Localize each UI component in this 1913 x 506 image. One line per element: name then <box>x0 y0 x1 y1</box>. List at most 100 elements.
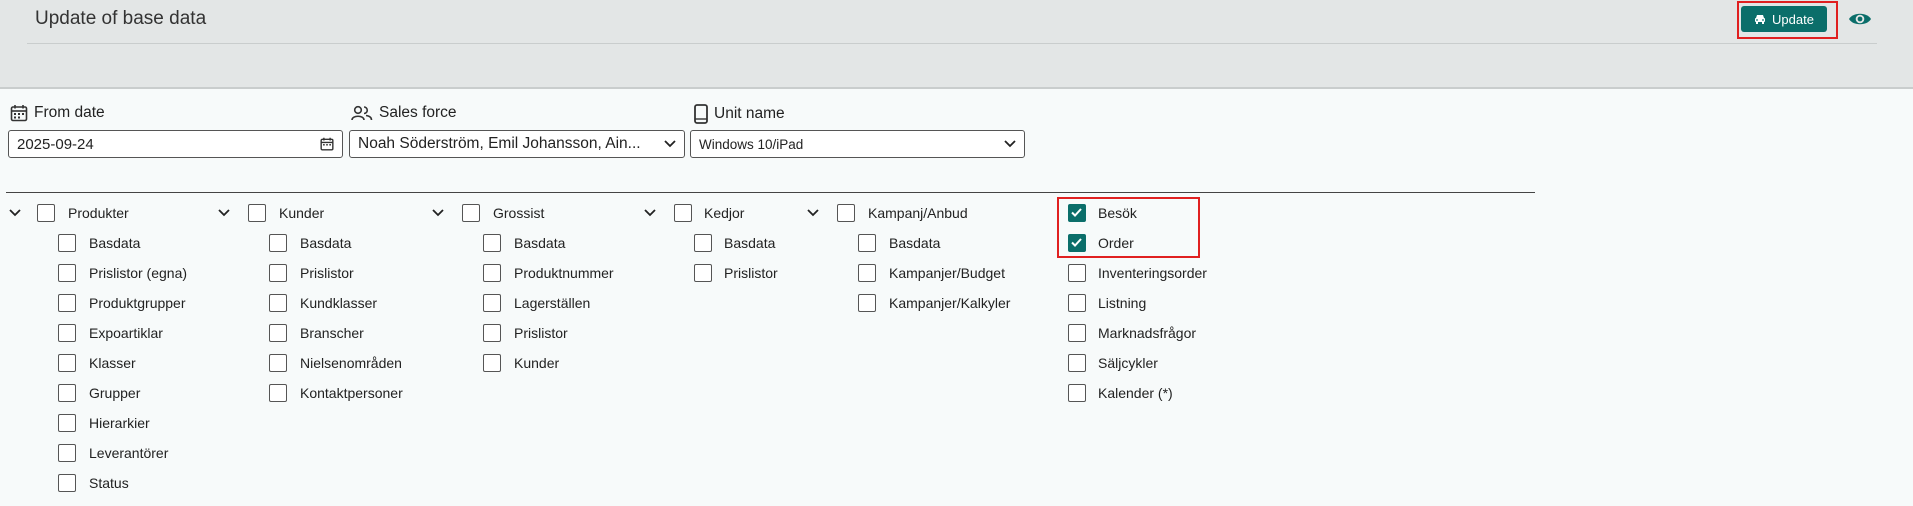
car-icon <box>1755 14 1766 24</box>
item-label-other-2: Inventeringsorder <box>1098 265 1207 281</box>
item-label-produkter-4: Klasser <box>89 355 136 371</box>
item-label-other-3: Listning <box>1098 295 1147 311</box>
item-checkbox-grossist-4[interactable] <box>483 354 501 372</box>
sales-force-label-text: Sales force <box>379 104 457 121</box>
item-label-produkter-2: Produktgrupper <box>89 295 186 311</box>
item-checkbox-grossist-3[interactable] <box>483 324 501 342</box>
group-label-grossist: Grossist <box>493 205 545 221</box>
section-divider <box>6 192 1535 193</box>
item-checkbox-produkter-0[interactable] <box>58 234 76 252</box>
item-label-kunder-3: Branscher <box>300 325 364 341</box>
item-checkbox-kedjor-0[interactable] <box>694 234 712 252</box>
item-label-grossist-2: Lagerställen <box>514 295 591 311</box>
item-checkbox-produkter-1[interactable] <box>58 264 76 282</box>
item-checkbox-kunder-0[interactable] <box>269 234 287 252</box>
item-label-other-4: Marknadsfrågor <box>1098 325 1197 341</box>
item-checkbox-produkter-2[interactable] <box>58 294 76 312</box>
update-button-label: Update <box>1772 11 1814 27</box>
item-label-produkter-0: Basdata <box>89 235 141 251</box>
chevron-down-icon[interactable] <box>431 206 445 220</box>
item-label-kampanj-1: Kampanjer/Budget <box>889 265 1005 281</box>
page-title: Update of base data <box>35 8 207 29</box>
item-label-other-5: Säljcykler <box>1098 355 1158 371</box>
besok-order-highlight-frame <box>1057 197 1200 258</box>
page-header: Update of base data <box>0 0 1913 89</box>
item-checkbox-kampanj-0[interactable] <box>858 234 876 252</box>
item-checkbox-other-2[interactable] <box>1068 264 1086 282</box>
group-label-kunder: Kunder <box>279 205 325 221</box>
item-label-kunder-2: Kundklasser <box>300 295 378 311</box>
calendar-icon <box>10 105 28 122</box>
item-label-grossist-3: Prislistor <box>514 325 568 341</box>
item-label-produkter-5: Grupper <box>89 385 141 401</box>
item-label-kedjor-0: Basdata <box>724 235 776 251</box>
item-checkbox-grossist-0[interactable] <box>483 234 501 252</box>
group-label-produkter: Produkter <box>68 205 129 221</box>
chevron-down-icon <box>1004 140 1016 148</box>
group-label-kampanj: Kampanj/Anbud <box>868 205 968 221</box>
header-divider <box>27 43 1877 44</box>
item-checkbox-kunder-2[interactable] <box>269 294 287 312</box>
item-label-kunder-5: Kontaktpersoner <box>300 385 403 401</box>
from-date-label-text: From date <box>34 104 105 121</box>
group-checkbox-kampanj[interactable] <box>837 204 855 222</box>
group-checkbox-produkter[interactable] <box>37 204 55 222</box>
group-label-kedjor: Kedjor <box>704 205 745 221</box>
item-label-other-6: Kalender (*) <box>1098 385 1173 401</box>
phone-icon <box>694 104 708 124</box>
unit-name-label-text: Unit name <box>714 105 785 122</box>
item-checkbox-grossist-2[interactable] <box>483 294 501 312</box>
item-label-kampanj-0: Basdata <box>889 235 941 251</box>
from-date-value: 2025-09-24 <box>17 135 94 153</box>
chevron-down-icon[interactable] <box>806 206 820 220</box>
item-label-grossist-4: Kunder <box>514 355 560 371</box>
item-label-grossist-1: Produktnummer <box>514 265 614 281</box>
sales-force-select[interactable]: Noah Söderström, Emil Johansson, Ain... <box>349 130 685 158</box>
item-checkbox-other-3[interactable] <box>1068 294 1086 312</box>
item-label-kunder-0: Basdata <box>300 235 352 251</box>
item-label-produkter-6: Hierarkier <box>89 415 150 431</box>
item-checkbox-kunder-5[interactable] <box>269 384 287 402</box>
item-checkbox-produkter-4[interactable] <box>58 354 76 372</box>
calendar-icon[interactable] <box>320 137 334 151</box>
item-checkbox-kunder-1[interactable] <box>269 264 287 282</box>
chevron-down-icon[interactable] <box>217 206 231 220</box>
item-label-produkter-7: Leverantörer <box>89 445 169 461</box>
item-checkbox-produkter-5[interactable] <box>58 384 76 402</box>
item-label-kunder-1: Prislistor <box>300 265 354 281</box>
item-checkbox-produkter-6[interactable] <box>58 414 76 432</box>
item-label-kunder-4: Nielsenområden <box>300 355 402 371</box>
group-checkbox-grossist[interactable] <box>462 204 480 222</box>
item-label-produkter-1: Prislistor (egna) <box>89 265 188 281</box>
sales-force-label: Sales force <box>351 104 457 122</box>
chevron-down-icon[interactable] <box>8 206 22 220</box>
group-checkbox-kunder[interactable] <box>248 204 266 222</box>
item-checkbox-other-5[interactable] <box>1068 354 1086 372</box>
item-checkbox-kunder-4[interactable] <box>269 354 287 372</box>
unit-name-select[interactable]: Windows 10/iPad <box>690 130 1025 158</box>
people-icon <box>351 105 373 121</box>
unit-name-value: Windows 10/iPad <box>699 136 804 152</box>
item-checkbox-kampanj-2[interactable] <box>858 294 876 312</box>
eye-icon[interactable] <box>1848 10 1872 28</box>
item-checkbox-grossist-1[interactable] <box>483 264 501 282</box>
chevron-down-icon <box>664 140 676 148</box>
item-checkbox-kampanj-1[interactable] <box>858 264 876 282</box>
item-checkbox-produkter-8[interactable] <box>58 474 76 492</box>
from-date-input[interactable]: 2025-09-24 <box>8 130 343 158</box>
item-checkbox-produkter-7[interactable] <box>58 444 76 462</box>
item-label-kedjor-1: Prislistor <box>724 265 778 281</box>
item-checkbox-kedjor-1[interactable] <box>694 264 712 282</box>
item-checkbox-kunder-3[interactable] <box>269 324 287 342</box>
chevron-down-icon[interactable] <box>643 206 657 220</box>
item-label-grossist-0: Basdata <box>514 235 566 251</box>
item-label-produkter-3: Expoartiklar <box>89 325 163 341</box>
item-checkbox-produkter-3[interactable] <box>58 324 76 342</box>
update-button[interactable]: Update <box>1741 6 1827 32</box>
item-checkbox-other-6[interactable] <box>1068 384 1086 402</box>
from-date-label: From date <box>10 104 105 122</box>
item-label-kampanj-2: Kampanjer/Kalkyler <box>889 295 1011 311</box>
unit-name-label: Unit name <box>694 104 785 124</box>
group-checkbox-kedjor[interactable] <box>674 204 692 222</box>
item-checkbox-other-4[interactable] <box>1068 324 1086 342</box>
